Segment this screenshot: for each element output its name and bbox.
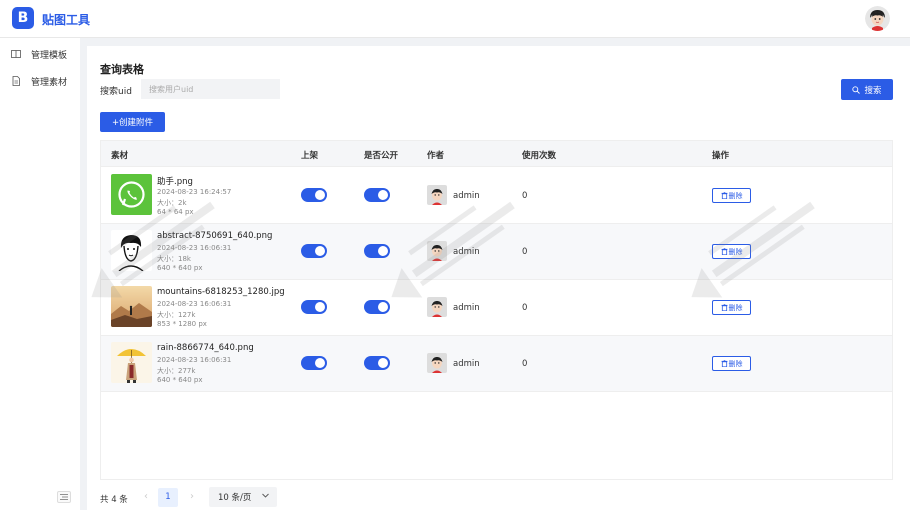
material-size: 大小：2k	[157, 199, 187, 207]
material-size: 大小：18k	[157, 255, 191, 263]
column-header-actions: 操作	[712, 151, 730, 161]
search-icon	[852, 85, 861, 94]
page-size-select[interactable]: 10 条/页	[209, 487, 277, 507]
column-header-author: 作者	[427, 151, 445, 161]
listed-toggle[interactable]	[301, 356, 327, 370]
author-name: admin	[453, 247, 480, 257]
material-filename: rain-8866774_640.png	[157, 343, 254, 353]
use-count: 0	[522, 359, 528, 369]
table-row: abstract-8750691_640.png 2024-08-23 16:0…	[101, 224, 892, 280]
material-thumbnail[interactable]	[111, 342, 152, 383]
user-avatar[interactable]	[865, 6, 890, 31]
sidebar-item-label: 管理素材	[31, 77, 68, 88]
material-dimensions: 64 * 64 px	[157, 208, 194, 216]
material-size: 大小：127k	[157, 311, 196, 319]
abstract-portrait-image-icon	[111, 230, 152, 271]
material-date: 2024-08-23 16:06:31	[157, 356, 232, 364]
trash-icon	[721, 248, 727, 255]
wechat-image-icon	[111, 174, 152, 215]
chevron-down-icon	[262, 493, 269, 498]
trash-icon	[721, 192, 727, 199]
material-dimensions: 640 * 640 px	[157, 264, 203, 272]
listed-toggle[interactable]	[301, 188, 327, 202]
delete-button-label: 删除	[728, 191, 743, 200]
pagination-page-1[interactable]: 1	[158, 488, 178, 507]
table-header: 素材 上架 是否公开 作者 使用次数 操作	[101, 141, 892, 167]
sidebar-item-label: 管理模板	[31, 50, 68, 61]
author-name: admin	[453, 191, 480, 201]
delete-button-label: 删除	[728, 359, 743, 368]
pagination-prev-button[interactable]: ‹	[139, 488, 153, 506]
search-input[interactable]	[141, 79, 280, 99]
delete-button-label: 删除	[728, 247, 743, 256]
material-dimensions: 853 * 1280 px	[157, 320, 207, 328]
author-avatar	[427, 241, 447, 261]
use-count: 0	[522, 247, 528, 257]
column-header-listed: 上架	[301, 151, 319, 161]
pagination-total: 共 4 条	[100, 495, 128, 505]
book-icon	[11, 49, 21, 59]
author-name: admin	[453, 303, 480, 313]
app-logo: B	[12, 7, 34, 29]
app-title: 贴图工具	[42, 13, 91, 27]
sidebar-item-materials[interactable]: 管理素材	[0, 70, 80, 92]
material-filename: 助手.png	[157, 177, 193, 187]
listed-toggle[interactable]	[301, 244, 327, 258]
sidebar-collapse-button[interactable]	[57, 491, 71, 503]
material-filename: abstract-8750691_640.png	[157, 231, 273, 241]
author-avatar	[427, 353, 447, 373]
delete-button[interactable]: 删除	[712, 188, 751, 203]
mountains-image-icon	[111, 286, 152, 327]
delete-button[interactable]: 删除	[712, 244, 751, 259]
material-date: 2024-08-23 16:06:31	[157, 244, 232, 252]
sidebar-item-templates[interactable]: 管理模板	[0, 43, 80, 65]
table-row: rain-8866774_640.png 2024-08-23 16:06:31…	[101, 336, 892, 392]
public-toggle[interactable]	[364, 300, 390, 314]
material-thumbnail[interactable]	[111, 174, 152, 215]
delete-button[interactable]: 删除	[712, 300, 751, 315]
public-toggle[interactable]	[364, 188, 390, 202]
page-title: 查询表格	[100, 63, 144, 76]
material-size: 大小：277k	[157, 367, 196, 375]
author-avatar	[427, 185, 447, 205]
author-avatar	[427, 297, 447, 317]
use-count: 0	[522, 191, 528, 201]
file-icon	[11, 76, 21, 86]
column-header-public: 是否公开	[364, 151, 399, 161]
material-dimensions: 640 * 640 px	[157, 376, 203, 384]
table-row: mountains-6818253_1280.jpg 2024-08-23 16…	[101, 280, 892, 336]
public-toggle[interactable]	[364, 244, 390, 258]
delete-button[interactable]: 删除	[712, 356, 751, 371]
material-filename: mountains-6818253_1280.jpg	[157, 287, 285, 297]
author-name: admin	[453, 359, 480, 369]
trash-icon	[721, 304, 727, 311]
top-header: B 贴图工具	[0, 0, 910, 38]
material-thumbnail[interactable]	[111, 286, 152, 327]
search-button-label: 搜索	[864, 85, 882, 96]
trash-icon	[721, 360, 727, 367]
column-header-uses: 使用次数	[522, 151, 557, 161]
material-thumbnail[interactable]	[111, 230, 152, 271]
sidebar: 管理模板 管理素材	[0, 38, 80, 510]
pagination-next-button[interactable]: ›	[185, 488, 199, 506]
search-button[interactable]: 搜索	[841, 79, 893, 100]
column-header-material: 素材	[111, 151, 129, 161]
search-label: 搜索uid	[100, 87, 132, 97]
use-count: 0	[522, 303, 528, 313]
main-panel: 查询表格 搜索uid 搜索 +创建附件 素材 上架 是否公开 作者 使用次数 操…	[87, 46, 910, 510]
table-row: 助手.png 2024-08-23 16:24:57 大小：2k 64 * 64…	[101, 168, 892, 224]
listed-toggle[interactable]	[301, 300, 327, 314]
create-attachment-button[interactable]: +创建附件	[100, 112, 165, 132]
materials-table: 素材 上架 是否公开 作者 使用次数 操作 助手.png 2024-08-23 …	[100, 140, 893, 480]
material-date: 2024-08-23 16:06:31	[157, 300, 232, 308]
umbrella-girl-image-icon	[111, 342, 152, 383]
delete-button-label: 删除	[728, 303, 743, 312]
material-date: 2024-08-23 16:24:57	[157, 188, 232, 196]
page-size-value: 10 条/页	[218, 493, 252, 503]
public-toggle[interactable]	[364, 356, 390, 370]
menu-fold-icon	[60, 494, 68, 500]
